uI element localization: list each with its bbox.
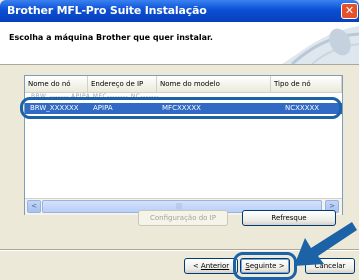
- column-header-model[interactable]: Nome do modelo: [157, 76, 271, 92]
- column-header-node-name[interactable]: Nome do nó: [25, 76, 88, 92]
- scroll-left-icon[interactable]: <: [27, 200, 41, 213]
- machine-list[interactable]: Nome do nó Endereço de IP Nome do modelo…: [24, 75, 343, 215]
- brand-graphic: [282, 26, 359, 64]
- title-bar: Brother MFL-Pro Suite Instalação ✕: [0, 0, 359, 22]
- ip-config-button[interactable]: Configuração do IP: [138, 210, 228, 226]
- highlight-next-button: [233, 252, 297, 280]
- back-button[interactable]: < Anterior: [184, 258, 238, 274]
- highlight-selected-row: [20, 97, 342, 119]
- column-header-ip[interactable]: Endereço de IP: [88, 76, 157, 92]
- installer-window: Brother MFL-Pro Suite Instalação ✕ Escol…: [0, 0, 359, 280]
- close-icon[interactable]: ✕: [341, 3, 358, 19]
- window-title: Brother MFL-Pro Suite Instalação: [7, 4, 207, 17]
- back-arrow-label: <: [192, 262, 201, 270]
- pointer-arrow-icon: [294, 222, 357, 266]
- header-panel: Escolha a máquina Brother que quer insta…: [0, 22, 359, 65]
- column-header-node-type[interactable]: Tipo de nó: [271, 76, 342, 92]
- back-label: Anterior: [200, 262, 230, 270]
- page-heading: Escolha a máquina Brother que quer insta…: [9, 33, 213, 42]
